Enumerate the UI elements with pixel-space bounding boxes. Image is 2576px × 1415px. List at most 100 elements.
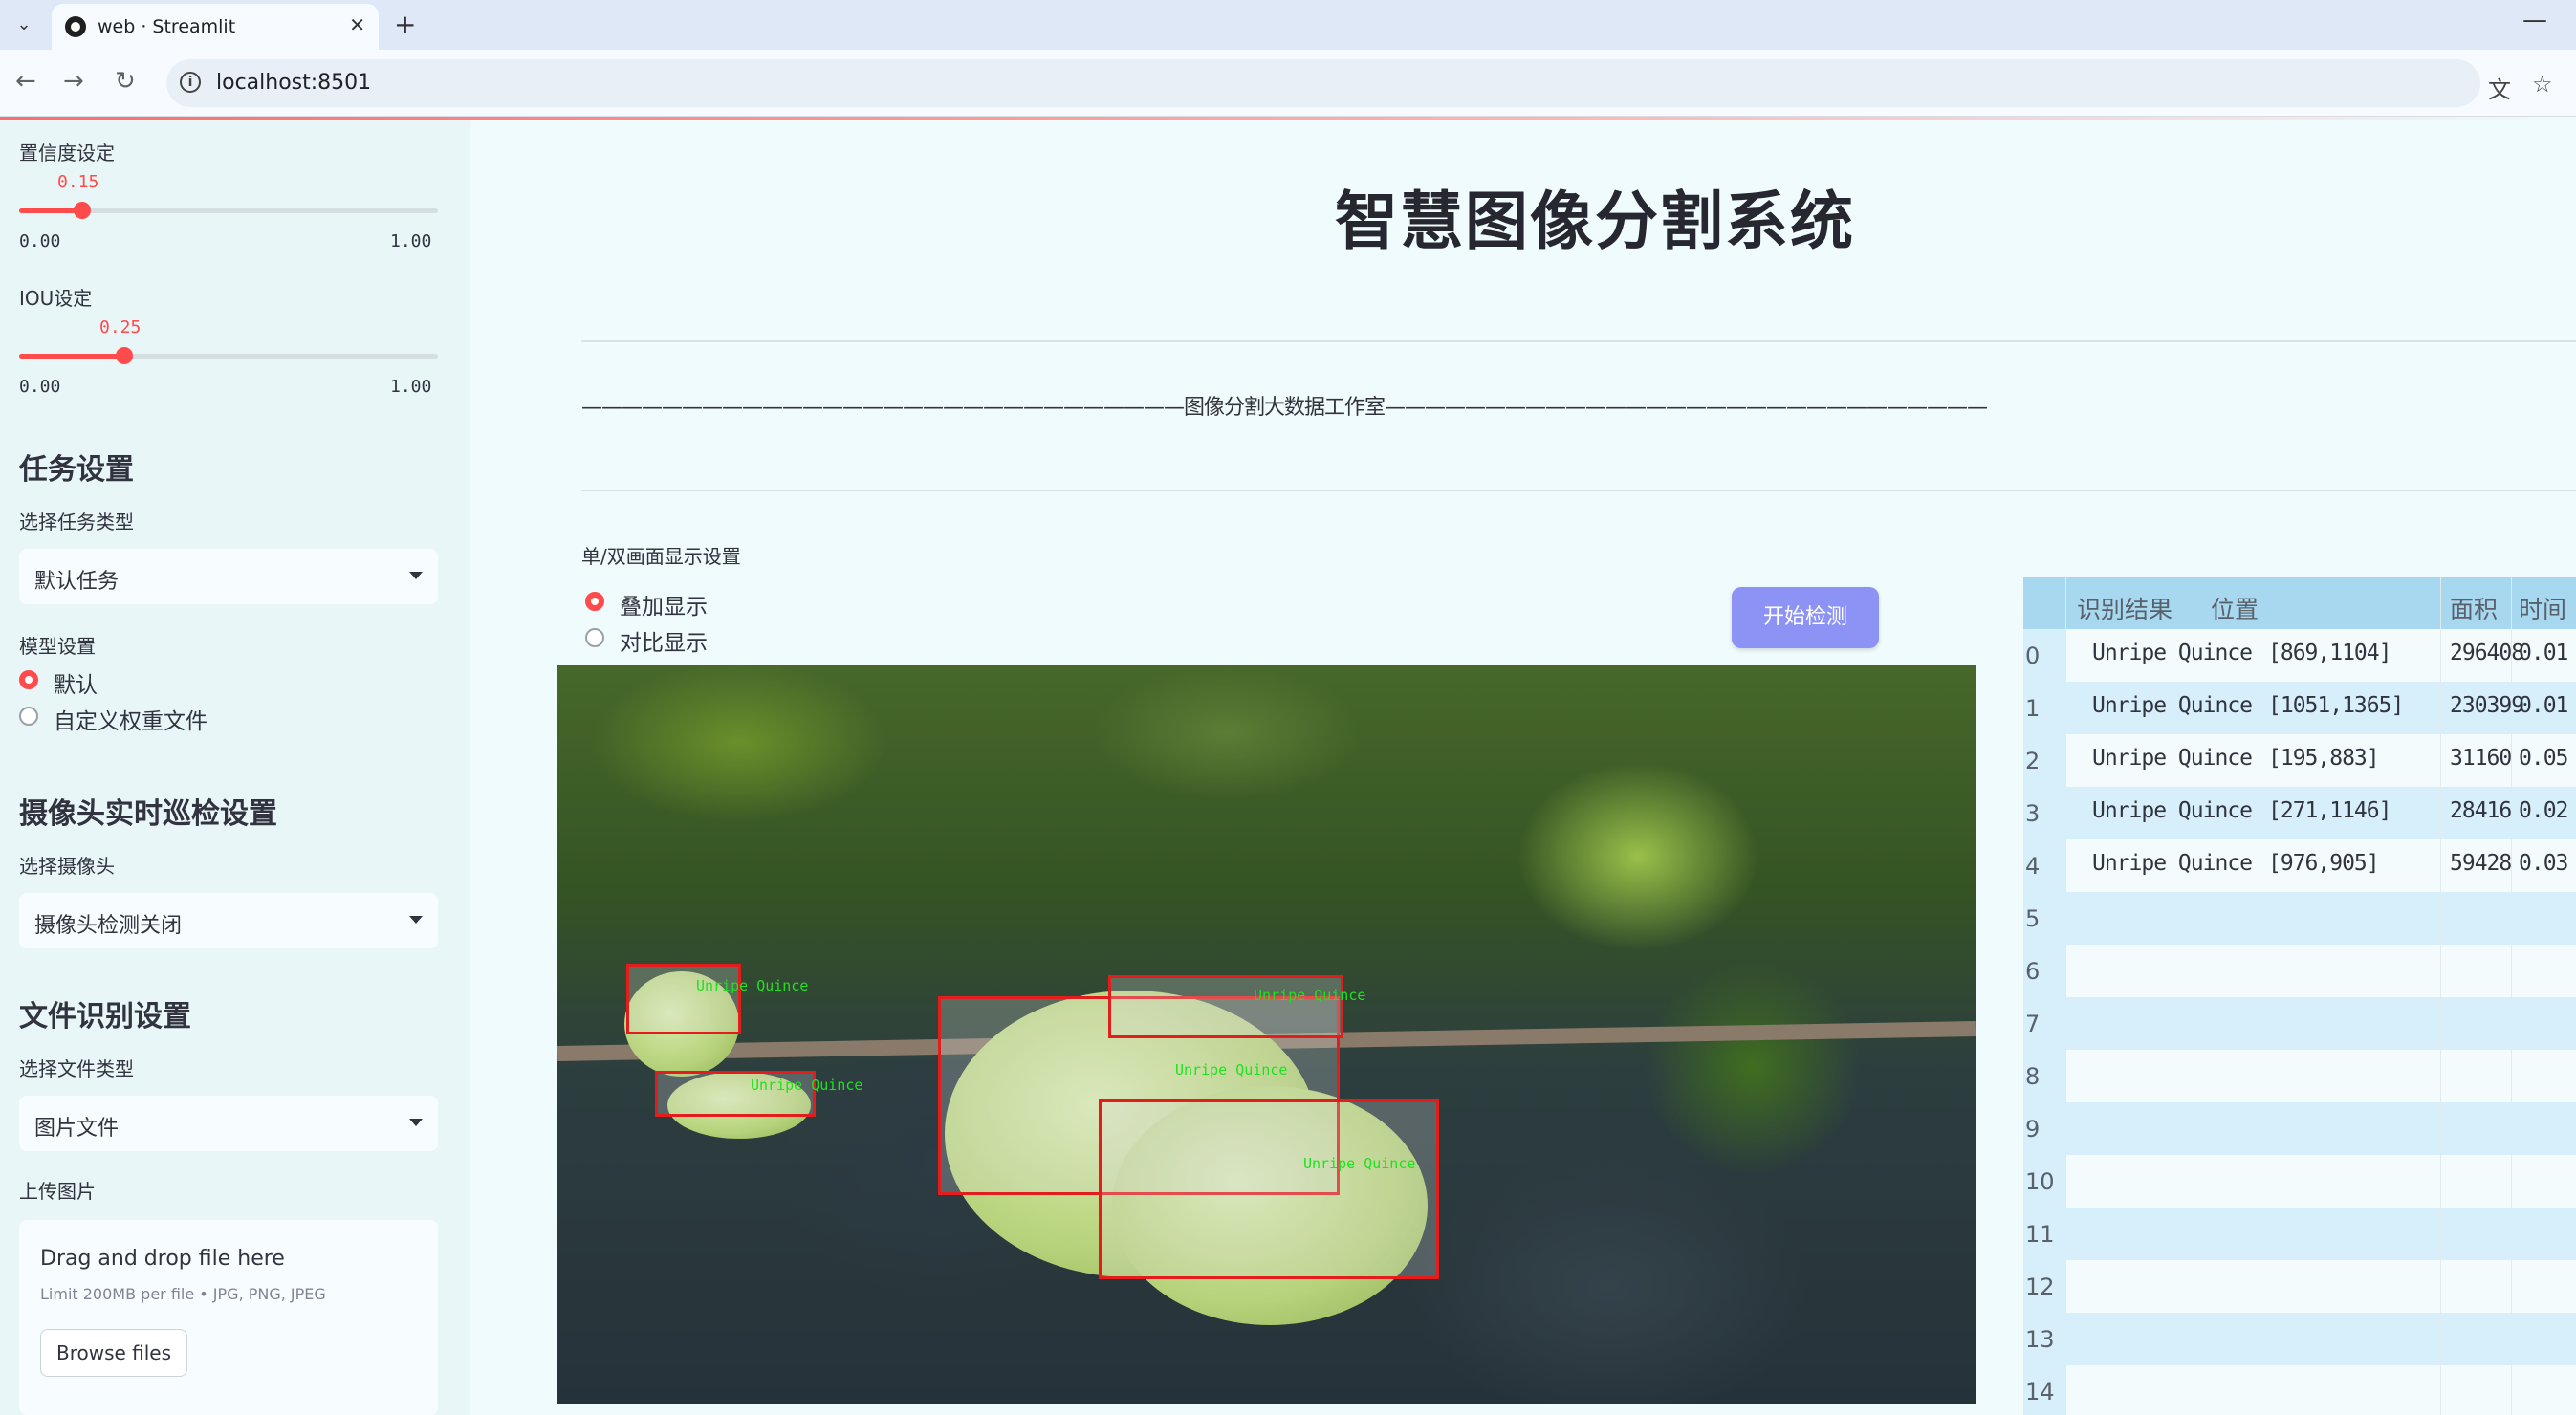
row-index: 8	[2025, 1063, 2041, 1090]
table-row[interactable]: 7	[2023, 997, 2576, 1050]
position-cell: [1051,1365]	[2268, 693, 2404, 718]
row-index: 13	[2025, 1326, 2055, 1353]
area-cell: 296408	[2450, 641, 2524, 665]
dropzone-title: Drag and drop file here	[40, 1247, 285, 1271]
tab-search-chevron-icon[interactable]: ⌄	[10, 10, 38, 38]
iou-slider[interactable]	[19, 347, 438, 364]
row-index-cell: 13	[2023, 1313, 2065, 1365]
row-index: 9	[2025, 1116, 2041, 1143]
file-uploader-dropzone[interactable]: Drag and drop file here Limit 200MB per …	[19, 1220, 438, 1415]
row-index: 11	[2025, 1221, 2055, 1248]
display-mode-label: 单/双画面显示设置	[581, 545, 741, 568]
address-bar[interactable]: i localhost:8501	[166, 59, 2480, 107]
confidence-slider-thumb[interactable]	[73, 202, 91, 219]
dropzone-limit: Limit 200MB per file • JPG, PNG, JPEG	[40, 1285, 326, 1303]
browse-files-button[interactable]: Browse files	[40, 1329, 187, 1377]
radio-selected-icon	[585, 592, 604, 611]
camera-select[interactable]: 摄像头检测关闭	[19, 893, 438, 948]
table-row[interactable]: 4 Unripe Quince [976,905] 59428 0.03	[2023, 839, 2576, 892]
confidence-min: 0.00	[19, 231, 61, 251]
result-cell: Unripe Quince	[2092, 798, 2253, 823]
bookmark-star-icon[interactable]: ☆	[2532, 71, 2553, 98]
camera-select-label: 选择摄像头	[19, 855, 115, 878]
position-cell: [869,1104]	[2268, 641, 2391, 665]
table-row[interactable]: 13	[2023, 1313, 2576, 1365]
table-row[interactable]: 8	[2023, 1050, 2576, 1102]
table-row[interactable]: 11	[2023, 1208, 2576, 1260]
table-row[interactable]: 12	[2023, 1260, 2576, 1313]
iou-value: 0.25	[99, 317, 142, 337]
column-header-time[interactable]: 时间	[2519, 591, 2566, 625]
table-row[interactable]: 2 Unripe Quince [195,883] 31160 0.05	[2023, 734, 2576, 787]
table-row[interactable]: 10	[2023, 1155, 2576, 1208]
new-tab-icon[interactable]: +	[394, 9, 416, 40]
column-header-area[interactable]: 面积	[2450, 591, 2498, 625]
table-row[interactable]: 0 Unripe Quince [869,1104] 296408 0.01	[2023, 629, 2576, 682]
position-cell: [271,1146]	[2268, 798, 2391, 823]
chevron-down-icon	[409, 916, 423, 924]
table-row[interactable]: 6	[2023, 945, 2576, 997]
iou-slider-thumb[interactable]	[115, 347, 133, 364]
row-index-cell: 14	[2023, 1365, 2065, 1415]
start-detection-button[interactable]: 开始检测	[1732, 587, 1879, 648]
browser-tab[interactable]: web · Streamlit ✕	[52, 4, 379, 50]
url-text: localhost:8501	[216, 71, 372, 95]
task-type-select[interactable]: 默认任务	[19, 549, 438, 604]
display-option-label: 叠加显示	[620, 595, 708, 620]
file-type-value: 图片文件	[34, 1117, 120, 1141]
studio-divider-text: ——————————————————————————————图像分割大数据工作室…	[581, 396, 1988, 420]
column-header-result[interactable]: 识别结果	[2077, 591, 2172, 625]
camera-settings-heading: 摄像头实时巡检设置	[19, 797, 277, 831]
area-cell: 31160	[2450, 746, 2512, 771]
detection-box-label: Unripe Quince	[1175, 1061, 1288, 1078]
table-row[interactable]: 9	[2023, 1102, 2576, 1155]
table-row[interactable]: 1 Unripe Quince [1051,1365] 230399 0.01	[2023, 682, 2576, 734]
divider	[581, 340, 2576, 342]
row-index-cell: 6	[2023, 945, 2065, 997]
confidence-slider[interactable]	[19, 202, 438, 219]
row-index: 5	[2025, 905, 2041, 932]
detection-box-label: Unripe Quince	[696, 977, 809, 994]
iou-min: 0.00	[19, 377, 61, 397]
file-type-select[interactable]: 图片文件	[19, 1096, 438, 1151]
confidence-max: 1.00	[390, 231, 432, 251]
row-index: 2	[2025, 748, 2041, 774]
display-option-label: 对比显示	[620, 631, 708, 656]
iou-slider-fill	[19, 354, 124, 359]
task-type-value: 默认任务	[34, 570, 120, 594]
tab-title: web · Streamlit	[98, 16, 236, 37]
row-index-cell: 5	[2023, 892, 2065, 945]
results-table[interactable]: 识别结果 位置 面积 时间 0 Unripe Quince [869,1104] 29…	[2023, 577, 2576, 1415]
time-cell: 0.01	[2519, 641, 2568, 665]
column-divider	[2511, 577, 2512, 1415]
result-cell: Unripe Quince	[2092, 851, 2253, 876]
result-cell: Unripe Quince	[2092, 746, 2253, 771]
table-row[interactable]: 14	[2023, 1365, 2576, 1415]
row-index-cell: 11	[2023, 1208, 2065, 1260]
forward-icon[interactable]: →	[63, 67, 84, 96]
radio-unselected-icon	[585, 628, 604, 647]
table-row[interactable]: 3 Unripe Quince [271,1146] 28416 0.02	[2023, 787, 2576, 839]
column-header-position[interactable]: 位置	[2211, 591, 2259, 625]
row-index: 6	[2025, 958, 2041, 985]
detection-box	[1108, 975, 1343, 1038]
minimize-window-icon[interactable]: —	[2522, 6, 2547, 34]
detection-box-label: Unripe Quince	[1254, 987, 1366, 1004]
reload-icon[interactable]: ↻	[115, 67, 136, 96]
area-cell: 59428	[2450, 851, 2512, 876]
table-row[interactable]: 5	[2023, 892, 2576, 945]
site-info-icon[interactable]: i	[180, 72, 201, 93]
row-index-cell: 7	[2023, 997, 2065, 1050]
row-index-cell: 12	[2023, 1260, 2065, 1313]
back-icon[interactable]: ←	[15, 67, 36, 96]
row-index: 7	[2025, 1011, 2041, 1037]
result-cell: Unripe Quince	[2092, 693, 2253, 718]
streamlit-favicon-icon	[65, 16, 86, 37]
row-index-cell: 10	[2023, 1155, 2065, 1208]
area-cell: 28416	[2450, 798, 2512, 823]
translate-icon[interactable]: 文	[2488, 71, 2511, 104]
close-tab-icon[interactable]: ✕	[349, 13, 365, 36]
browser-toolbar: ← → ↻ i localhost:8501 文 ☆	[0, 50, 2576, 117]
row-index-cell: 8	[2023, 1050, 2065, 1102]
browser-tab-bar: ⌄ web · Streamlit ✕ + —	[0, 0, 2576, 50]
